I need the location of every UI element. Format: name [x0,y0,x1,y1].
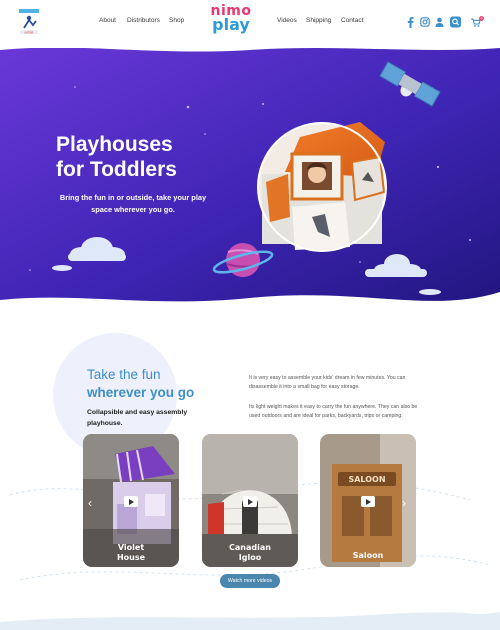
carousel-prev-arrow[interactable]: ‹ [88,496,92,510]
video-card-canadian-igloo[interactable]: Canadian Igloo [202,434,298,567]
nav-shop[interactable]: Shop [169,17,184,24]
card-label-line1: Violet [117,543,145,552]
hero-title-line1: Playhouses [56,133,173,156]
user-icon[interactable] [435,15,444,27]
nav-distributors[interactable]: Distributors [127,17,160,24]
section-heading-line1: Take the fun [87,367,161,382]
nav-videos[interactable]: Videos [277,17,297,24]
card-label-violet: Violet House [83,543,179,563]
video-card-violet-house[interactable]: Violet House [83,434,179,567]
cart-count: 0 [480,17,482,21]
play-icon [361,496,375,507]
brand-line2: play [212,15,250,34]
section-heading-line2: wherever you go [87,385,195,400]
watch-more-videos-button[interactable]: Watch more videos [220,574,280,588]
intro-paragraph-1: It is very easy to assemble your kids' d… [249,375,406,390]
search-button[interactable] [450,15,461,28]
hero-title-line2: for Toddlers [56,158,177,181]
saloon-sign-text: SALOON [348,475,385,484]
card-label-igloo: Canadian Igloo [202,543,298,563]
intro-paragraph-2: Its light weight makes it easy to carry … [249,404,418,419]
nav-contact[interactable]: Contact [341,17,363,24]
card-label-line2: Igloo [238,553,262,562]
card-label-line1: Canadian [229,543,271,552]
carousel-next-arrow[interactable]: › [402,496,406,510]
play-icon [243,496,257,507]
playhouse-photo [257,122,387,252]
svg-text:INTER: INTER [25,31,34,35]
card-label-line2: House [116,553,146,562]
card-label-line1: Saloon [352,551,384,560]
hero-title: Playhouses for Toddlers [56,132,216,182]
nav-about[interactable]: About [99,17,116,24]
instagram-icon[interactable] [420,15,430,27]
cart-icon[interactable]: 0 [470,15,484,27]
card-label-saloon: Saloon [320,551,416,561]
hero-subtitle: Bring the fun in or outside, take your p… [59,193,207,214]
distributor-logo[interactable]: INTER [18,8,40,36]
nav-shipping[interactable]: Shipping [306,17,331,24]
brand-logo[interactable]: nimo play [205,4,257,42]
site-header: INTER About Distributors Shop Videos Shi… [0,0,500,48]
section-subheading: Collapsible and easy assembly playhouse. [87,409,188,427]
play-icon [124,496,138,507]
facebook-icon[interactable] [407,15,414,28]
